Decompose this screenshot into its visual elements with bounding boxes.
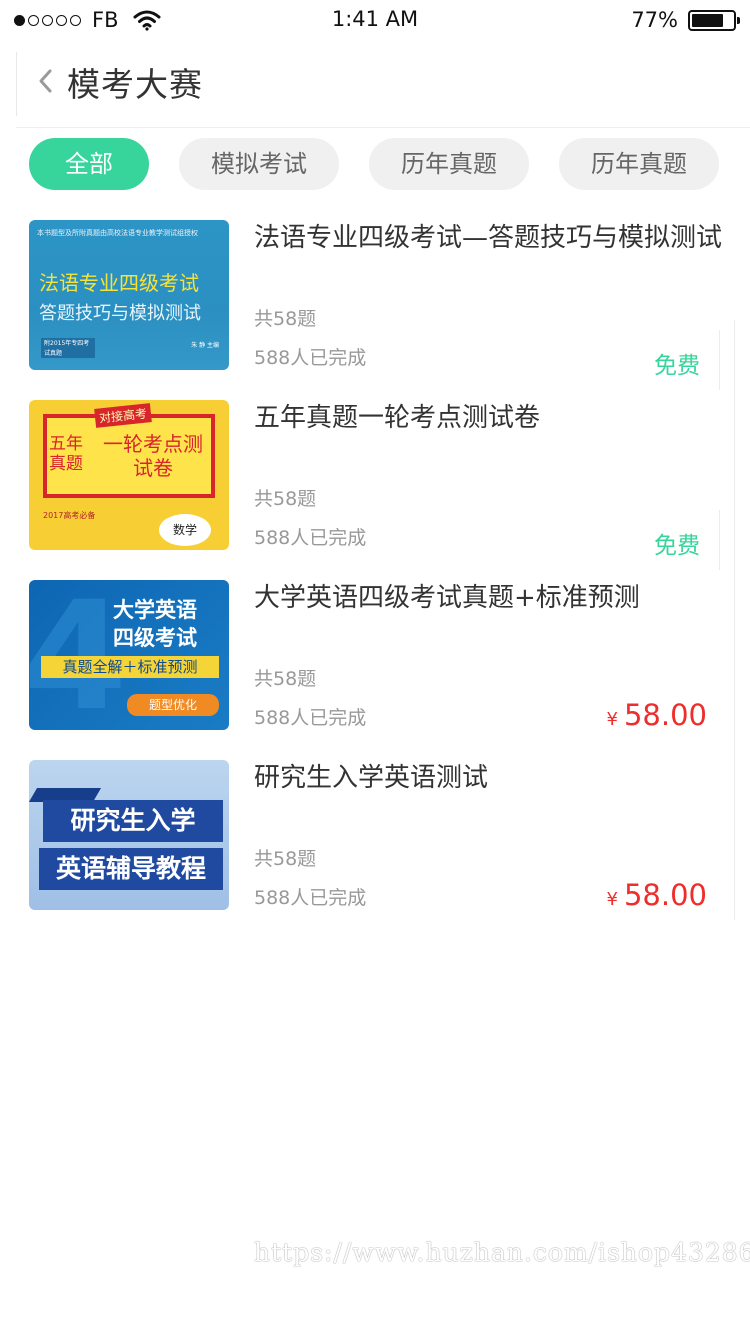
divider <box>719 330 720 390</box>
status-bar: FB 1:41 AM 77% <box>0 0 750 40</box>
completed-count: 588人已完成 <box>254 707 367 729</box>
cover-title: 大学英语 <box>113 598 197 622</box>
item-title: 研究生入学英语测试 <box>254 763 489 793</box>
cover-tag: 题型优化 <box>127 694 219 716</box>
question-count: 共58题 <box>254 488 317 510</box>
filter-tabs: 全部 模拟考试 历年真题 历年真题 <box>29 138 729 190</box>
cover-subject: 数学 <box>159 514 211 546</box>
page-title: 模考大赛 <box>67 65 203 104</box>
nav-bar: 模考大赛 <box>0 50 750 128</box>
price-amount: 58.00 <box>623 878 707 912</box>
cover-subtitle: 英语辅导教程 <box>39 848 223 890</box>
cover-text: 本书题型及所附真题由高校法语专业教学测试组授权 <box>37 229 198 237</box>
book-cover-image: 研究生入学 英语辅导教程 <box>29 760 229 910</box>
question-count: 共58题 <box>254 848 317 870</box>
cover-subtitle: 一轮考点测试卷 <box>103 432 203 480</box>
cover-author: 朱 静 主编 <box>191 342 219 349</box>
item-title: 大学英语四级考试真题+标准预测 <box>254 583 640 613</box>
list-item[interactable]: 4 大学英语 四级考试 真题全解＋标准预测 题型优化 大学英语四级考试真题+标准… <box>0 580 750 732</box>
cover-title: 五年真题 <box>49 434 83 474</box>
tab-all[interactable]: 全部 <box>29 138 149 190</box>
chevron-left-icon[interactable] <box>34 67 58 95</box>
cover-footer: 附2015年专四考试真题 <box>41 338 95 358</box>
item-title: 法语专业四级考试—答题技巧与模拟测试 <box>254 223 723 253</box>
price-free-label: 免费 <box>654 533 700 559</box>
list-item[interactable]: 研究生入学 英语辅导教程 研究生入学英语测试 共58题 588人已完成 ¥58.… <box>0 760 750 912</box>
price-free-label: 免费 <box>654 353 700 379</box>
list-item[interactable]: 对接高考 五年真题 一轮考点测试卷 2017高考必备 数学 五年真题一轮考点测试… <box>0 400 750 570</box>
cover-year: 2017高考必备 <box>43 511 96 520</box>
completed-count: 588人已完成 <box>254 887 367 909</box>
tab-past-papers[interactable]: 历年真题 <box>369 138 529 190</box>
book-cover-image: 对接高考 五年真题 一轮考点测试卷 2017高考必备 数学 <box>29 400 229 550</box>
divider <box>719 510 720 570</box>
scroll-edge <box>734 320 735 920</box>
cover-subtitle: 答题技巧与模拟测试 <box>39 303 201 324</box>
book-cover-image: 4 大学英语 四级考试 真题全解＋标准预测 题型优化 <box>29 580 229 730</box>
price-label: ¥58.00 <box>607 878 707 912</box>
completed-count: 588人已完成 <box>254 347 367 369</box>
tab-mock-exam[interactable]: 模拟考试 <box>179 138 339 190</box>
cover-title: 研究生入学 <box>43 800 223 842</box>
cover-subtitle: 真题全解＋标准预测 <box>41 656 219 678</box>
tab-past-papers-2[interactable]: 历年真题 <box>559 138 719 190</box>
battery-percent: 77% <box>631 8 678 32</box>
cover-title: 法语专业四级考试 <box>39 271 199 295</box>
price-label: ¥58.00 <box>607 698 707 732</box>
item-title: 五年真题一轮考点测试卷 <box>254 403 541 433</box>
list-item[interactable]: 本书题型及所附真题由高校法语专业教学测试组授权 法语专业四级考试 答题技巧与模拟… <box>0 220 750 390</box>
watermark-text: https://www.huzhan.com/ishop43286 <box>254 1238 750 1267</box>
currency-symbol: ¥ <box>606 709 618 730</box>
completed-count: 588人已完成 <box>254 527 367 549</box>
question-count: 共58题 <box>254 668 317 690</box>
battery-icon <box>688 9 740 31</box>
currency-symbol: ¥ <box>606 889 618 910</box>
question-count: 共58题 <box>254 308 317 330</box>
price-amount: 58.00 <box>623 698 707 732</box>
book-cover-image: 本书题型及所附真题由高校法语专业教学测试组授权 法语专业四级考试 答题技巧与模拟… <box>29 220 229 370</box>
cover-title-2: 四级考试 <box>113 626 197 650</box>
battery-level <box>692 13 723 27</box>
battery-status: 77% <box>631 6 740 34</box>
